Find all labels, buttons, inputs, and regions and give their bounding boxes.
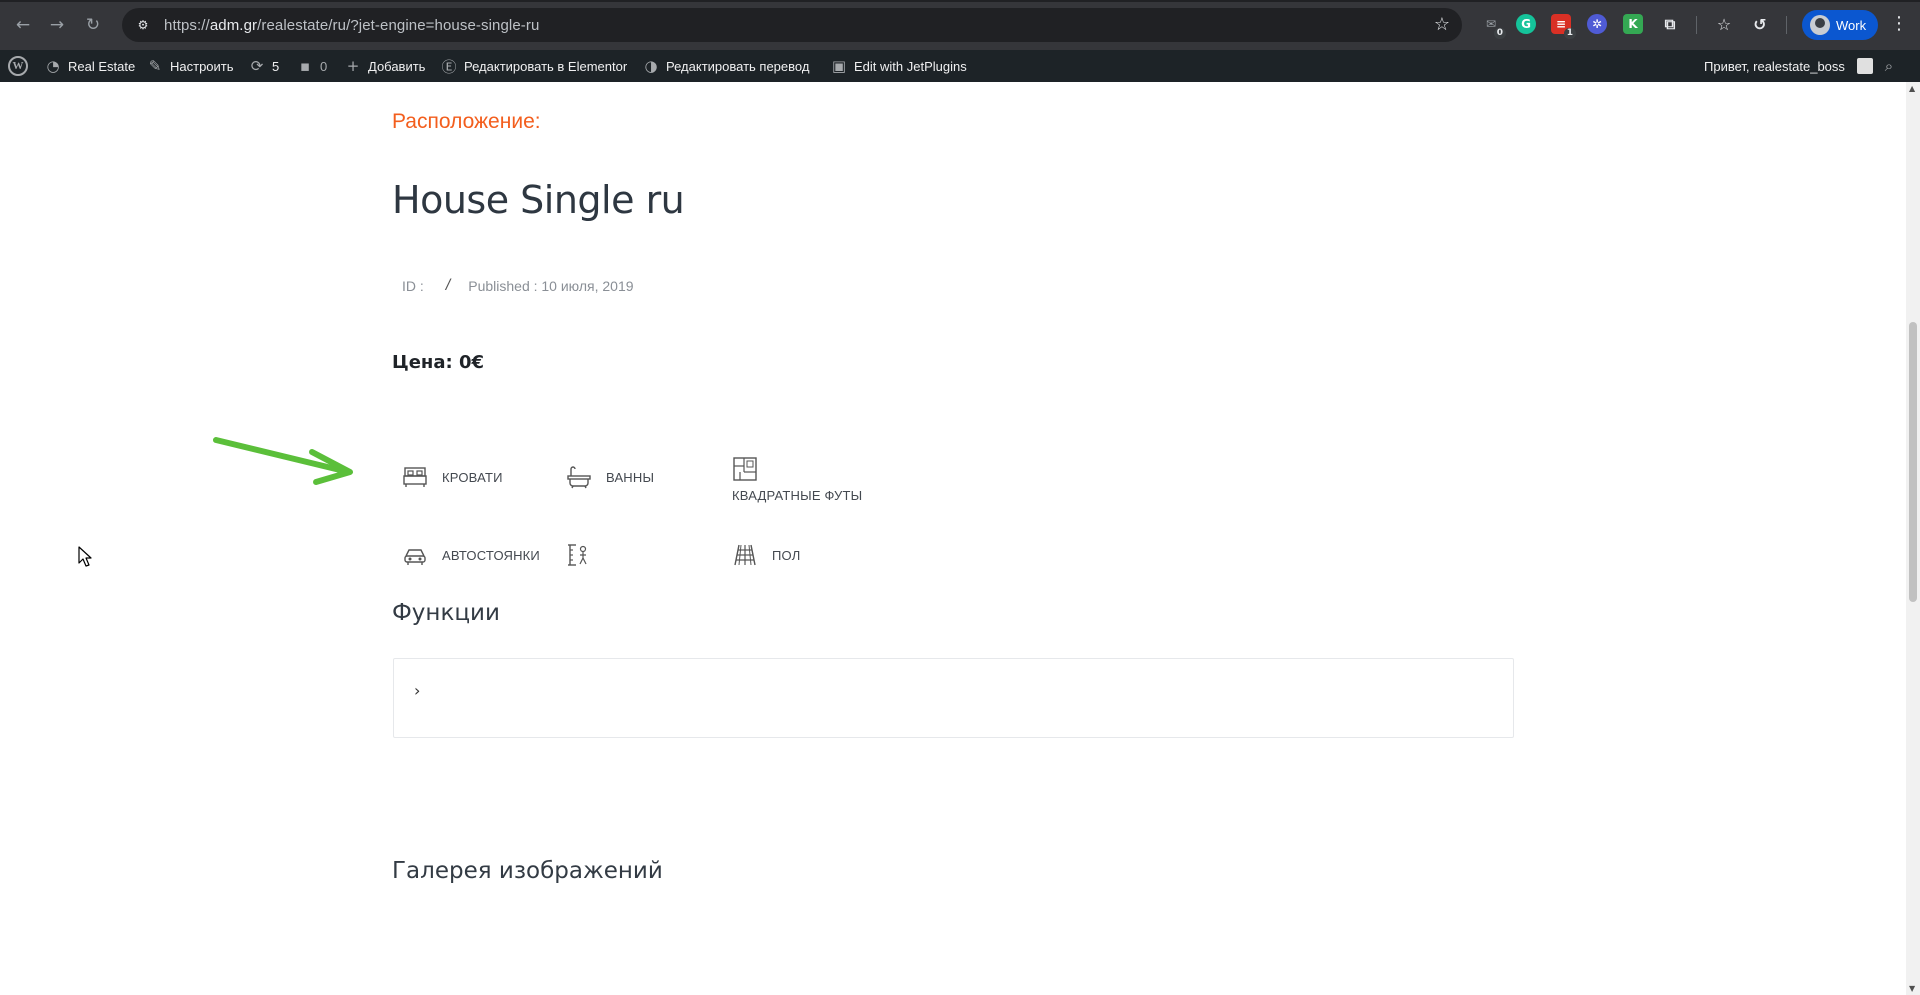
search-icon: ⌕ [1884, 57, 1894, 75]
profile-label: Work [1836, 17, 1867, 33]
wp-admin-bar: W ◔ Real Estate ✎ Настроить ⟳ 5 ▪ 0 + До… [0, 50, 1920, 82]
user-avatar [1856, 58, 1873, 74]
translate-icon: ◑ [644, 57, 658, 75]
updates-link[interactable]: ⟳ 5 [248, 50, 280, 82]
dashboard-icon: ◔ [46, 57, 60, 75]
scroll-thumb[interactable] [1909, 322, 1917, 602]
meta-separator: / [445, 277, 451, 294]
scroll-down-icon[interactable]: ▼ [1909, 984, 1915, 993]
chevron-right-icon[interactable]: › [414, 681, 420, 700]
plus-icon: + [346, 57, 360, 75]
annotation-arrow-icon [213, 437, 353, 485]
mail-extension-icon[interactable]: ✉ 0 [1481, 14, 1506, 39]
listing-price: Цена: 0€ [392, 352, 485, 373]
comment-bubble-icon: ▪ [299, 57, 311, 75]
listing-meta: ID : / Published : 10 июля, 2019 [402, 277, 634, 295]
wp-logo-menu[interactable]: W [8, 50, 28, 82]
property-unlabeled [566, 542, 592, 568]
browser-menu-icon[interactable]: ⋮ [1890, 13, 1908, 34]
green-k-extension-icon[interactable]: K [1623, 14, 1643, 34]
page-scrollbar[interactable]: ▲ ▼ [1906, 82, 1920, 995]
blue-extension-icon[interactable]: ✲ [1587, 14, 1607, 34]
forward-icon[interactable]: → [44, 12, 70, 38]
page-content: Расположение: House Single ru ID : / Pub… [0, 82, 1906, 995]
gallery-heading: Галерея изображений [392, 858, 663, 884]
profile-button[interactable]: Work [1802, 10, 1879, 40]
elementor-icon: Ⓔ [441, 57, 457, 76]
red-extension-icon[interactable]: ≡ 1 [1551, 14, 1576, 39]
comments-link[interactable]: ▪ 0 [296, 50, 327, 82]
puzzle-extensions-icon[interactable]: ⧉ [1660, 14, 1680, 34]
customize-link[interactable]: ✎ Настроить [146, 50, 234, 82]
updates-icon: ⟳ [250, 57, 264, 75]
toolbar-separator [1696, 16, 1697, 34]
wordpress-logo-icon: W [8, 56, 28, 76]
property-baths: ВАННЫ [566, 464, 654, 490]
tab-strip-edge [0, 0, 1920, 2]
floor-icon [734, 544, 756, 566]
bookmarks-icon[interactable]: ☆ [1714, 14, 1734, 34]
brush-icon: ✎ [148, 57, 162, 75]
scroll-up-icon[interactable]: ▲ [1909, 84, 1915, 93]
property-sqft: КВАДРАТНЫЕ ФУТЫ [732, 456, 862, 503]
site-info-icon[interactable]: ⚙ [132, 14, 154, 36]
admin-search[interactable]: ⌕ [1880, 50, 1898, 82]
site-name-menu[interactable]: ◔ Real Estate [44, 50, 135, 82]
mouse-cursor-icon [78, 546, 92, 567]
property-floor: ПОЛ [732, 542, 800, 568]
browser-toolbar: ← → ↻ ⚙ https://adm.gr/realestate/ru/?je… [0, 0, 1920, 50]
bed-icon [403, 467, 427, 487]
edit-translation-link[interactable]: ◑ Редактировать перевод [642, 50, 809, 82]
listing-id: ID : [402, 278, 424, 294]
toolbar-separator [1786, 16, 1787, 34]
my-account-menu[interactable]: Привет, realestate_boss [1704, 50, 1873, 82]
edit-jetplugins-link[interactable]: ▣ Edit with JetPlugins [830, 50, 967, 82]
features-heading: Функции [392, 600, 500, 626]
add-new-menu[interactable]: + Добавить [344, 50, 426, 82]
property-beds: КРОВАТИ [402, 464, 503, 490]
edit-elementor-link[interactable]: Ⓔ Редактировать в Elementor [440, 50, 627, 82]
grammarly-icon[interactable]: G [1516, 14, 1536, 34]
address-bar[interactable]: ⚙ https://adm.gr/realestate/ru/?jet-engi… [122, 8, 1462, 42]
published-date: Published : 10 июля, 2019 [468, 278, 634, 294]
thermometer-ruler-icon [568, 544, 587, 566]
url-text[interactable]: https://adm.gr/realestate/ru/?jet-engine… [164, 17, 539, 34]
profile-avatar [1810, 15, 1830, 35]
reload-icon[interactable]: ↻ [80, 12, 106, 38]
bookmark-star-icon[interactable]: ☆ [1434, 14, 1450, 35]
history-icon[interactable]: ↺ [1750, 14, 1770, 34]
bathtub-icon [567, 466, 591, 489]
location-label: Расположение: [392, 110, 541, 133]
car-icon [404, 549, 426, 565]
floorplan-icon [733, 457, 757, 481]
back-icon[interactable]: ← [10, 12, 36, 38]
features-accordion[interactable]: › [393, 658, 1514, 738]
jetplugins-icon: ▣ [831, 57, 847, 75]
page-title: House Single ru [392, 178, 685, 222]
property-parking: АВТОСТОЯНКИ [402, 542, 540, 568]
